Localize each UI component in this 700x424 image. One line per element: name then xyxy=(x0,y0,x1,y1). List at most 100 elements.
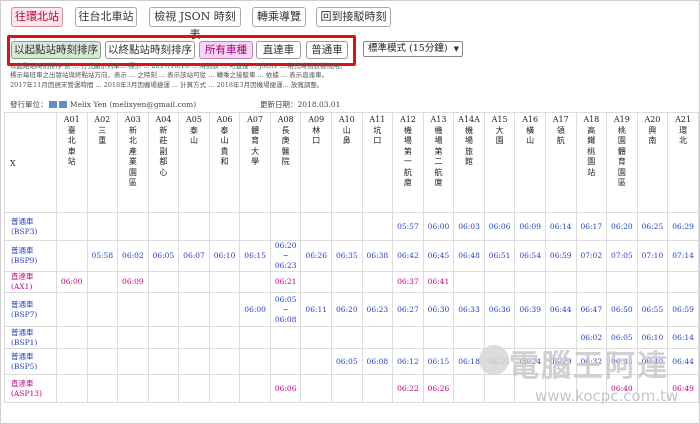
filter-express-button[interactable]: 直達車 xyxy=(256,41,301,59)
time-cell: 06:18 xyxy=(453,348,485,375)
train-label[interactable]: 普通車 (BSP1) xyxy=(4,326,57,349)
station-header: A19 桃園體育園區 xyxy=(606,112,638,213)
time-cell xyxy=(147,326,180,349)
time-cell xyxy=(55,212,88,241)
station-name: 領航 xyxy=(556,125,565,146)
time-cell xyxy=(239,271,271,293)
train-id: (BSP3) xyxy=(11,226,38,236)
highlight-marker xyxy=(48,101,57,108)
time-cell: 06:36 xyxy=(483,292,516,327)
time-cell xyxy=(178,374,210,403)
time-cell xyxy=(544,326,577,349)
station-header: A12 機場第一航廈 xyxy=(392,112,424,213)
publisher-label: 發行單位： xyxy=(10,100,48,109)
filter-all-trains-button[interactable]: 所有車種 xyxy=(199,41,253,59)
train-id: (BSP7) xyxy=(11,309,38,319)
note-line: 2017年11月因週末營運時間 ... 2018年3月因機場捷運 ... 計算方… xyxy=(10,80,324,89)
station-header: A06 泰山貴和 xyxy=(208,112,241,213)
time-cell: 06:20 ~06:23 xyxy=(269,240,302,272)
station-code: A18 xyxy=(583,115,600,124)
station-header: A10 山鼻 xyxy=(331,112,363,213)
train-label[interactable]: 普通車 (BSP3) xyxy=(4,212,57,241)
time-cell: 06:06 xyxy=(483,212,516,241)
train-type: 普通車 xyxy=(11,299,34,309)
time-cell xyxy=(147,292,180,327)
time-cell: 06:10 xyxy=(636,326,669,349)
time-cell xyxy=(636,271,669,293)
time-cell: 06:26 xyxy=(300,240,333,272)
time-cell xyxy=(331,271,363,293)
time-cell xyxy=(361,212,394,241)
station-code: A07 xyxy=(247,115,264,124)
time-cell: 06:59 xyxy=(667,292,699,327)
train-label[interactable]: 普通車 (BSP9) xyxy=(4,240,57,272)
transfer-guide-button[interactable]: 轉乘導覽 xyxy=(252,7,306,27)
time-cell xyxy=(208,326,241,349)
station-header: A08 長庚醫院 xyxy=(269,112,302,213)
time-cell: 06:33 xyxy=(453,292,485,327)
time-cell xyxy=(86,292,119,327)
time-cell: 06:55 xyxy=(636,292,669,327)
train-label[interactable]: 直達車 (ASP13) xyxy=(4,374,57,403)
time-cell xyxy=(606,271,638,293)
mode-select-value: 標準模式 (15分鐘) xyxy=(368,43,448,54)
time-cell: 06:49 xyxy=(667,374,699,403)
time-cell: 06:09 xyxy=(117,271,149,293)
sort-by-origin-button[interactable]: 以起點站時刻排序 xyxy=(11,41,101,59)
station-name: 臺北車站 xyxy=(67,125,76,167)
time-cell xyxy=(239,326,271,349)
to-huanbei-button[interactable]: 往環北站 xyxy=(11,7,63,27)
train-label[interactable]: 直達車 (AX1) xyxy=(4,271,57,293)
time-cell: 06:00 xyxy=(239,292,271,327)
station-name: 山鼻 xyxy=(342,125,351,146)
station-code: A02 xyxy=(94,115,111,124)
train-label[interactable]: 普通車 (BSP5) xyxy=(4,348,57,375)
time-cell: 06:07 xyxy=(178,240,210,272)
time-cell: 06:54 xyxy=(514,240,546,272)
time-cell: 06:09 xyxy=(514,212,546,241)
table-row: 普通車 (BSP9) 05:58 06:02 06:05 06:07 06:10 06:15 0… xyxy=(4,240,699,272)
train-label[interactable]: 普通車 (BSP7) xyxy=(4,292,57,327)
to-taipei-main-button[interactable]: 往台北車站 xyxy=(75,7,137,27)
train-type: 普通車 xyxy=(11,327,34,337)
table-row: 普通車 (BSP3) 05:57 06:00 06:03 06:06 06:09 06:14 0… xyxy=(4,212,699,241)
back-to-shuttle-button[interactable]: 回到接駁時刻 xyxy=(316,7,391,27)
sort-by-terminal-button[interactable]: 以終點站時刻排序 xyxy=(105,41,195,59)
time-cell: 06:32 xyxy=(575,348,608,375)
time-cell xyxy=(300,326,333,349)
train-id: (BSP9) xyxy=(11,256,38,265)
station-code: A01 xyxy=(63,115,80,124)
filter-local-button[interactable]: 普通車 xyxy=(306,41,348,59)
station-header: A05 泰山 xyxy=(178,112,210,213)
station-name: 長庚醫院 xyxy=(281,125,290,167)
station-code: A05 xyxy=(186,115,202,124)
train-type: 普通車 xyxy=(11,351,34,361)
table-row: 直達車 (ASP13) 06:06 06:22 06:26 06:40 06:49 xyxy=(4,374,699,403)
time-cell: 06:15 xyxy=(239,240,271,272)
time-cell xyxy=(208,271,241,293)
time-cell: 06:26 xyxy=(422,374,455,403)
time-cell xyxy=(300,348,333,375)
time-cell: 06:29 xyxy=(667,212,699,241)
time-cell: 06:35 xyxy=(331,240,363,272)
time-cell: 06:24 xyxy=(514,348,546,375)
time-cell: 06:42 xyxy=(392,240,424,272)
station-name: 坑口 xyxy=(373,125,382,146)
time-cell: 06:15 xyxy=(422,348,455,375)
time-cell xyxy=(575,374,608,403)
time-cell: 06:23 xyxy=(361,292,394,327)
mode-select[interactable]: 標準模式 (15分鐘) ▼ xyxy=(363,41,463,57)
station-header: A16 橫山 xyxy=(514,112,546,213)
time-cell xyxy=(483,326,516,349)
time-cell: 05:58 xyxy=(86,240,119,272)
time-cell: 06:37 xyxy=(392,271,424,293)
station-name: 新莊副都心 xyxy=(159,125,168,177)
chevron-down-icon: ▼ xyxy=(453,45,459,53)
view-json-button[interactable]: 檢視 JSON 時刻表 xyxy=(149,7,241,41)
time-cell: 06:00 xyxy=(422,212,455,241)
time-cell xyxy=(86,326,119,349)
time-cell: 06:21 xyxy=(269,271,302,293)
time-cell xyxy=(55,348,88,375)
time-cell xyxy=(453,326,485,349)
time-cell xyxy=(667,271,699,293)
